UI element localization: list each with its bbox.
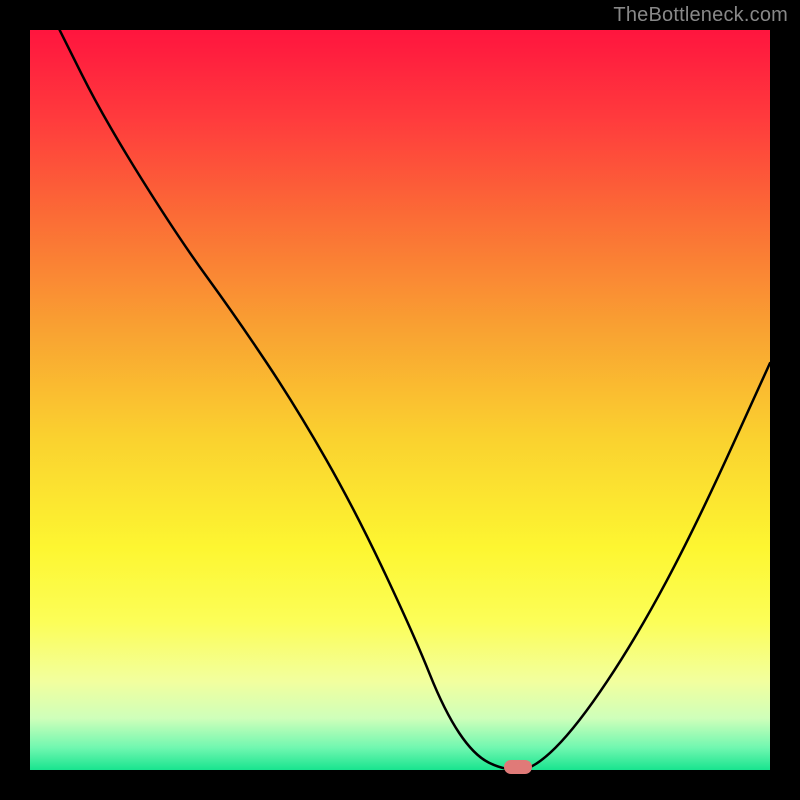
chart-frame: TheBottleneck.com — [0, 0, 800, 800]
optimal-marker — [504, 760, 532, 774]
plot-area — [30, 30, 770, 770]
watermark-text: TheBottleneck.com — [613, 4, 788, 27]
chart-svg — [30, 30, 770, 770]
gradient-rect — [30, 30, 770, 770]
